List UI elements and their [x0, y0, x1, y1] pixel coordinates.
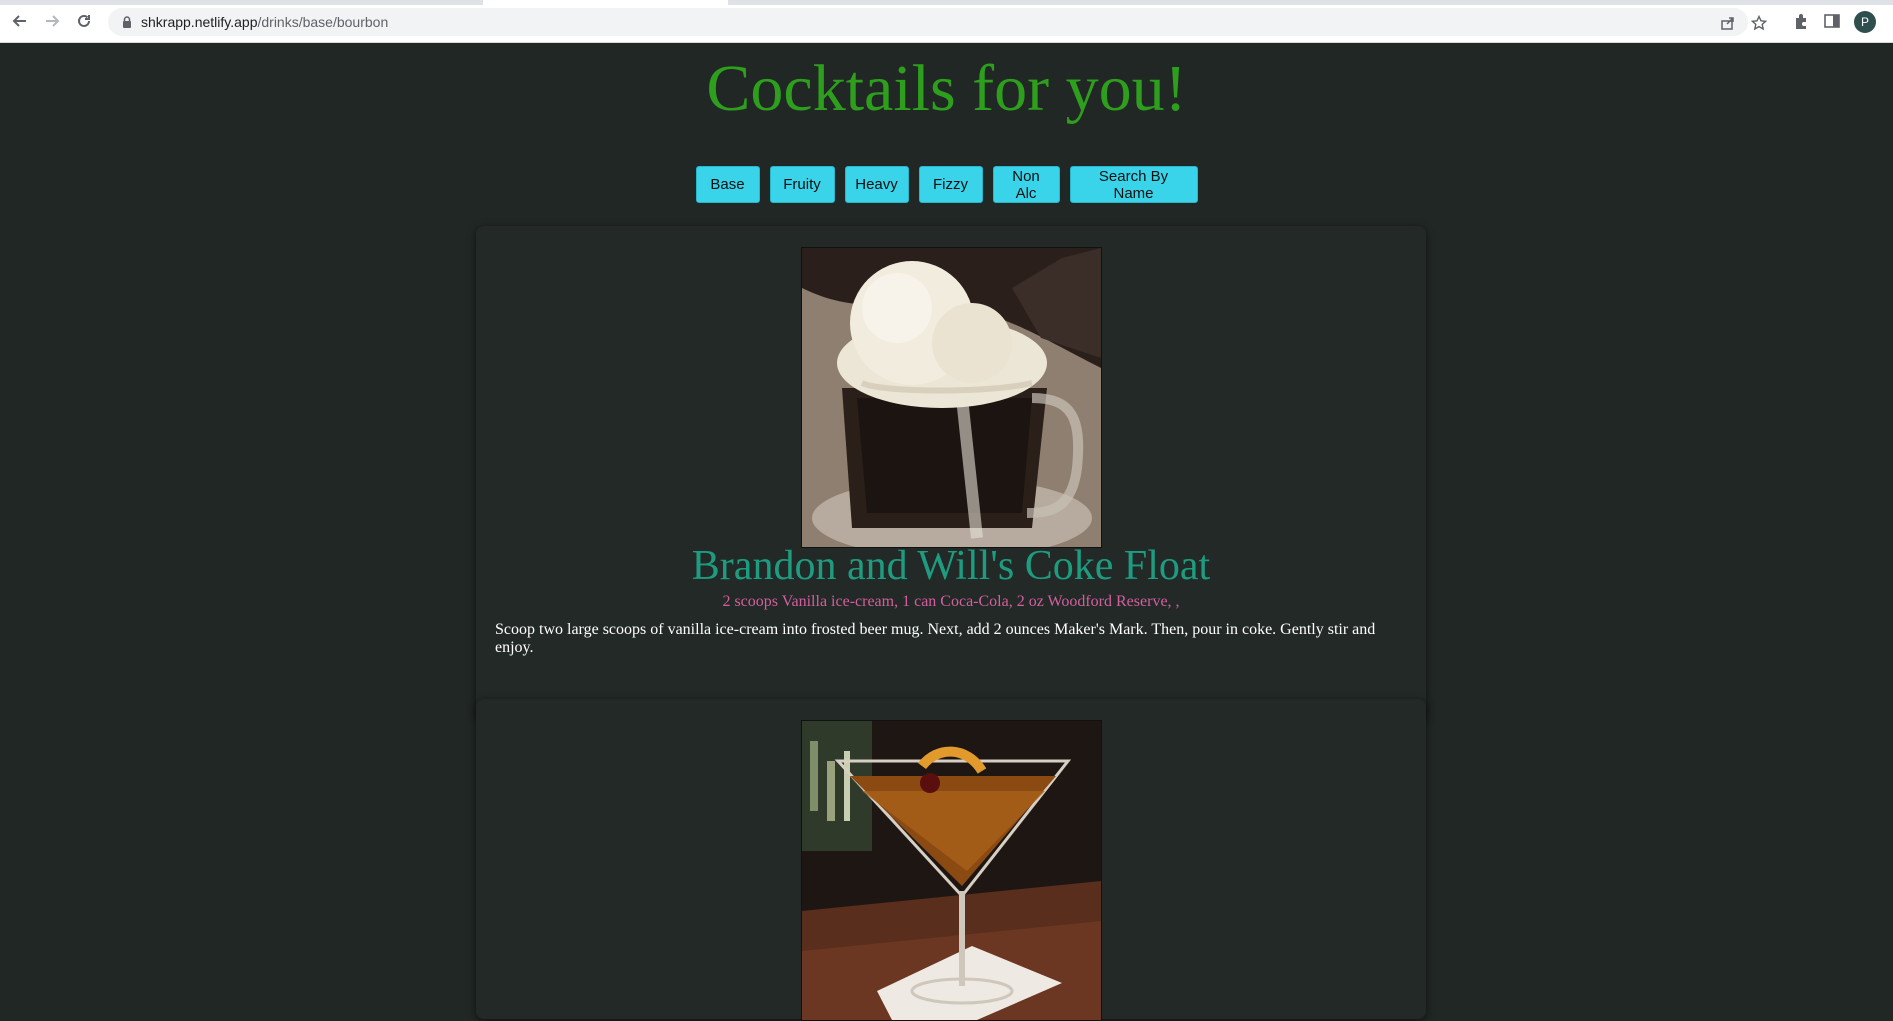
page-content: Cocktails for you! Base Fruity Heavy Fiz…: [0, 42, 1893, 1021]
url-host: shkrapp.netlify.app: [141, 14, 258, 30]
bookmark-star-icon[interactable]: [1750, 14, 1768, 31]
page-title: Cocktails for you!: [706, 52, 1187, 125]
share-icon[interactable]: [1720, 15, 1736, 31]
url-text: shkrapp.netlify.app/drinks/base/bourbon: [141, 14, 388, 30]
browser-toolbar: shkrapp.netlify.app/drinks/base/bourbon …: [0, 0, 1893, 43]
url-path: /drinks/base/bourbon: [257, 14, 389, 30]
base-button[interactable]: Base: [695, 166, 760, 203]
extensions-icon[interactable]: [1792, 12, 1810, 30]
lock-icon[interactable]: [120, 15, 134, 29]
active-tab[interactable]: [483, 0, 728, 5]
heavy-button[interactable]: Heavy: [844, 166, 909, 203]
profile-avatar[interactable]: P: [1854, 11, 1876, 33]
category-nav: Base Fruity Heavy Fizzy Non Alc Search B…: [0, 166, 1893, 203]
reload-icon[interactable]: [74, 11, 94, 31]
drink-ingredients: 2 scoops Vanilla ice-cream, 1 can Coca-C…: [722, 593, 1180, 610]
drink-photo-martini: [801, 720, 1102, 1021]
search-by-name-button[interactable]: Search By Name: [1069, 166, 1198, 203]
non-alc-button[interactable]: Non Alc: [992, 166, 1060, 203]
fizzy-button[interactable]: Fizzy: [918, 166, 983, 203]
drink-card: Brandon and Will's Coke Float 2 scoops V…: [476, 226, 1426, 721]
address-bar[interactable]: shkrapp.netlify.app/drinks/base/bourbon: [108, 8, 1768, 36]
drink-card: [476, 699, 1426, 1021]
tab-strip: [0, 0, 1893, 5]
back-icon[interactable]: [10, 11, 30, 31]
forward-icon[interactable]: [42, 11, 62, 31]
fruity-button[interactable]: Fruity: [769, 166, 835, 203]
drink-photo-coke-float: [801, 247, 1102, 548]
drink-name: Brandon and Will's Coke Float: [691, 543, 1211, 589]
drink-instructions: Scoop two large scoops of vanilla ice-cr…: [495, 621, 1376, 656]
side-panel-icon[interactable]: [1823, 12, 1841, 30]
